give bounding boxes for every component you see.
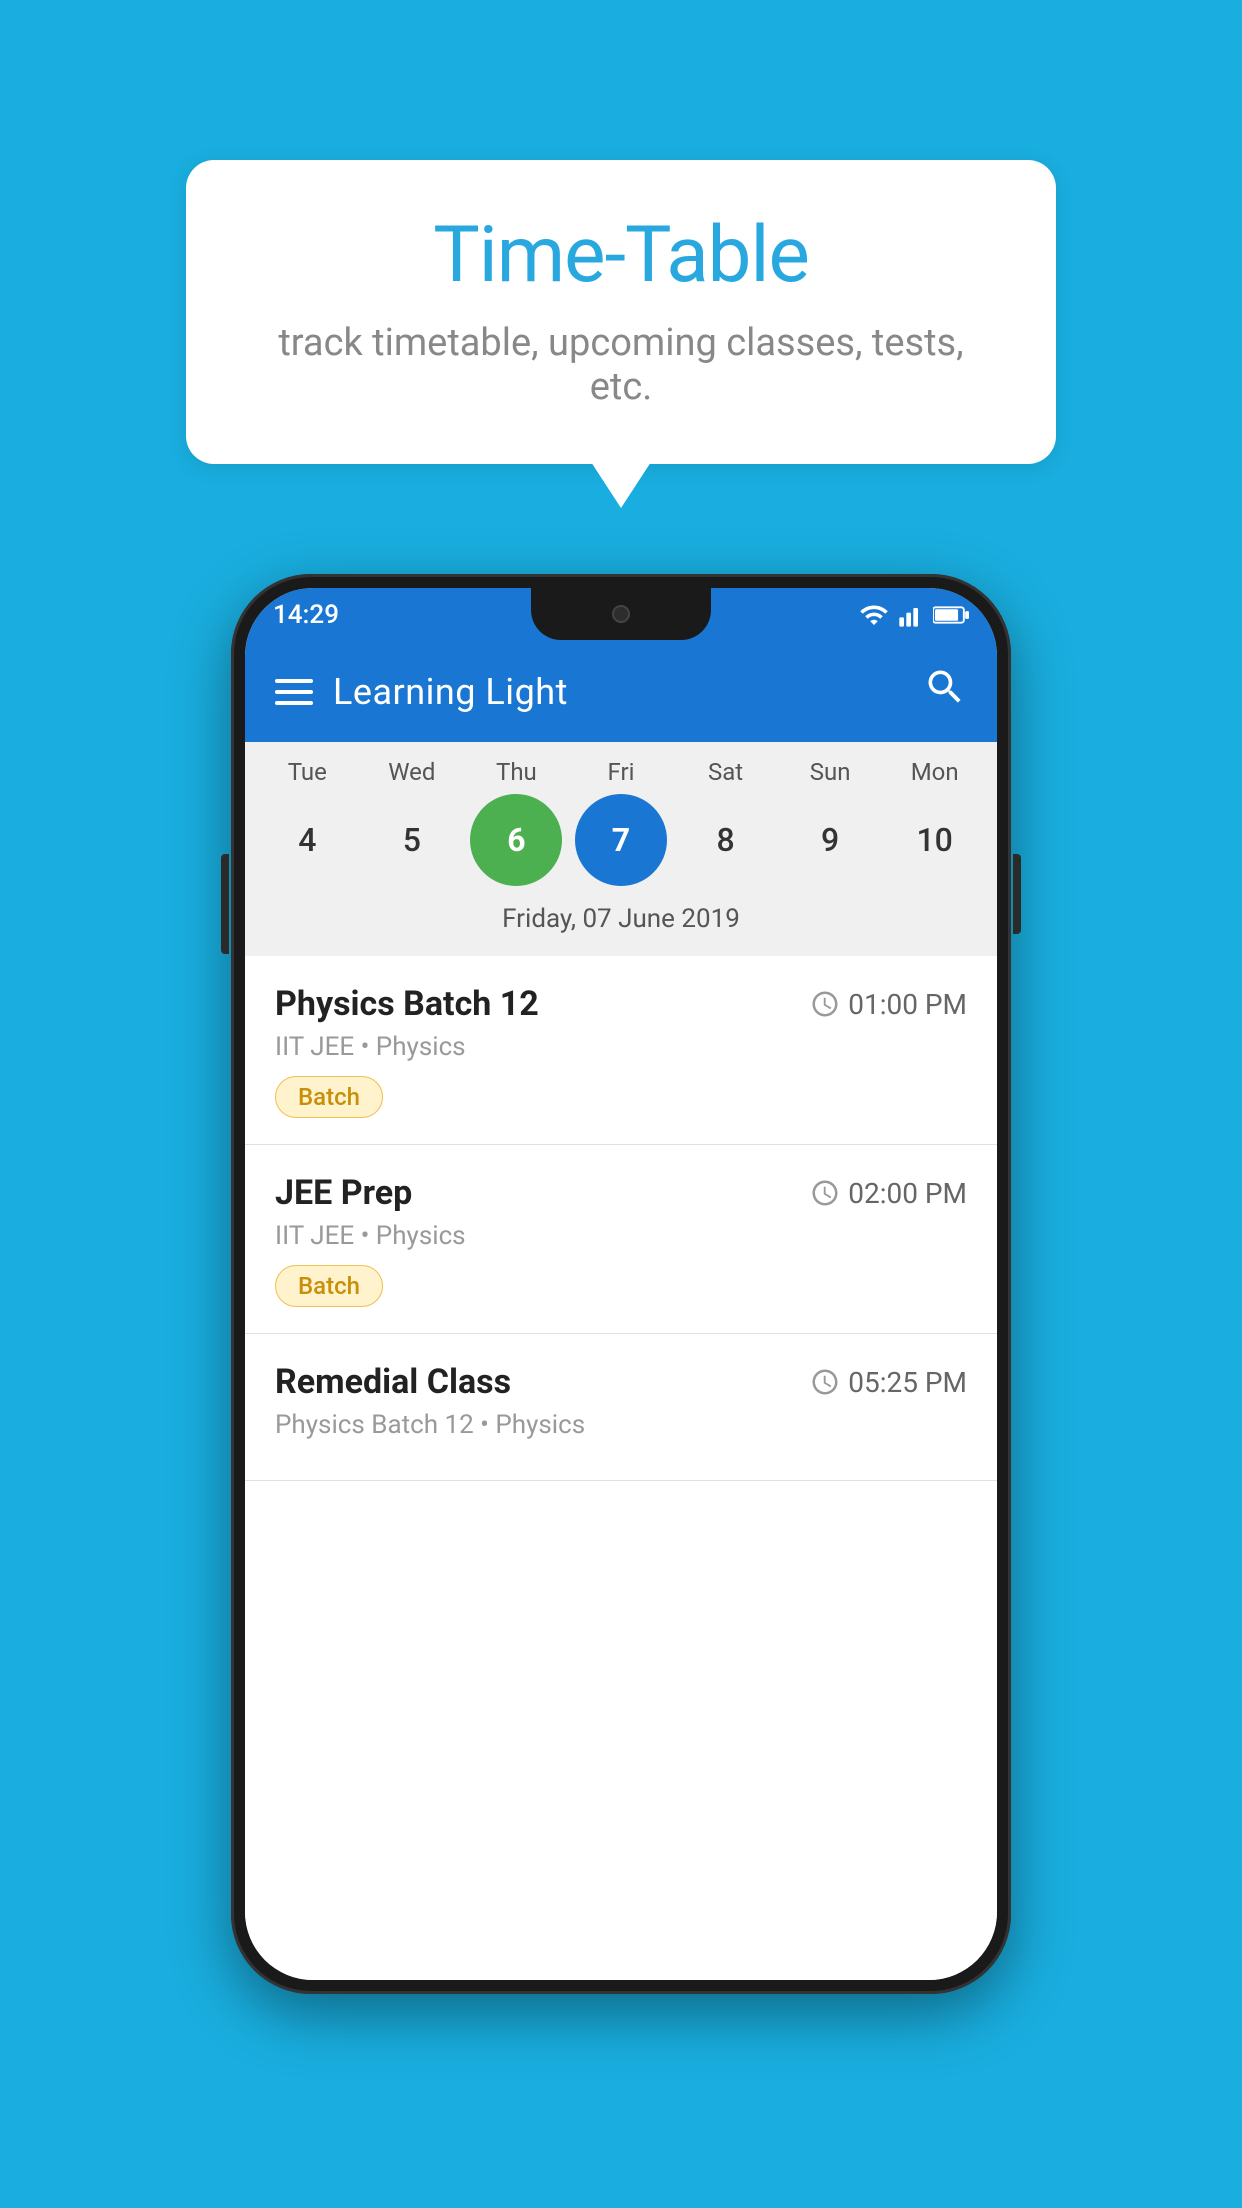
day-wed: Wed <box>366 758 458 786</box>
bubble-title: Time-Table <box>246 210 996 301</box>
date-5[interactable]: 5 <box>366 794 458 886</box>
time-1: 01:00 PM <box>848 988 967 1021</box>
schedule-item-3-subtitle: Physics Batch 12 • Physics <box>275 1410 967 1440</box>
clock-icon-1 <box>810 989 840 1019</box>
clock-icon-2 <box>810 1178 840 1208</box>
selected-date-label: Friday, 07 June 2019 <box>245 896 997 948</box>
app-title: Learning Light <box>333 671 568 713</box>
date-10[interactable]: 10 <box>889 794 981 886</box>
bubble-subtitle: track timetable, upcoming classes, tests… <box>246 321 996 409</box>
schedule-item-2-subtitle: IIT JEE • Physics <box>275 1221 967 1251</box>
clock-icon-3 <box>810 1367 840 1397</box>
day-sun: Sun <box>784 758 876 786</box>
schedule-item-2-time: 02:00 PM <box>810 1177 967 1210</box>
date-4[interactable]: 4 <box>261 794 353 886</box>
day-sat: Sat <box>680 758 772 786</box>
status-time: 14:29 <box>273 600 339 630</box>
batch-tag-1: Batch <box>275 1076 383 1118</box>
day-fri: Fri <box>575 758 667 786</box>
battery-icon <box>933 604 969 626</box>
dates-row: 4 5 6 7 8 9 10 <box>245 794 997 886</box>
date-8[interactable]: 8 <box>680 794 772 886</box>
schedule-item-1[interactable]: Physics Batch 12 01:00 PM IIT JEE • Phys… <box>245 956 997 1145</box>
app-bar-left: Learning Light <box>275 671 568 713</box>
schedule-list: Physics Batch 12 01:00 PM IIT JEE • Phys… <box>245 956 997 1980</box>
wifi-icon <box>859 600 889 630</box>
screen-content: 14:29 <box>245 588 997 1980</box>
date-6-today[interactable]: 6 <box>470 794 562 886</box>
schedule-item-3-title: Remedial Class <box>275 1362 511 1402</box>
schedule-item-2[interactable]: JEE Prep 02:00 PM IIT JEE • Physics Batc… <box>245 1145 997 1334</box>
schedule-item-1-subtitle: IIT JEE • Physics <box>275 1032 967 1062</box>
schedule-item-1-header: Physics Batch 12 01:00 PM <box>275 984 967 1024</box>
day-tue: Tue <box>261 758 353 786</box>
time-2: 02:00 PM <box>848 1177 967 1210</box>
schedule-item-2-header: JEE Prep 02:00 PM <box>275 1173 967 1213</box>
time-3: 05:25 PM <box>848 1366 967 1399</box>
date-9[interactable]: 9 <box>784 794 876 886</box>
schedule-item-3[interactable]: Remedial Class 05:25 PM Physics Batch 12… <box>245 1334 997 1481</box>
search-button[interactable] <box>923 665 967 719</box>
app-bar: Learning Light <box>245 642 997 742</box>
date-7-selected[interactable]: 7 <box>575 794 667 886</box>
phone-mockup: 14:29 <box>231 574 1011 1994</box>
phone-notch <box>531 588 711 640</box>
phone-screen: 14:29 <box>245 588 997 1980</box>
days-header: Tue Wed Thu Fri Sat Sun Mon <box>245 758 997 786</box>
speech-bubble: Time-Table track timetable, upcoming cla… <box>186 160 1056 464</box>
day-thu: Thu <box>470 758 562 786</box>
signal-icon <box>897 601 925 629</box>
schedule-item-3-header: Remedial Class 05:25 PM <box>275 1362 967 1402</box>
schedule-item-1-title: Physics Batch 12 <box>275 984 539 1024</box>
camera-icon <box>612 605 630 623</box>
day-mon: Mon <box>889 758 981 786</box>
phone-outer: 14:29 <box>231 574 1011 1994</box>
calendar-section: Tue Wed Thu Fri Sat Sun Mon 4 5 6 7 8 <box>245 742 997 956</box>
batch-tag-2: Batch <box>275 1265 383 1307</box>
speech-bubble-section: Time-Table track timetable, upcoming cla… <box>0 0 1242 464</box>
status-icons <box>859 600 969 630</box>
schedule-item-2-title: JEE Prep <box>275 1173 412 1213</box>
schedule-item-1-time: 01:00 PM <box>810 988 967 1021</box>
schedule-item-3-time: 05:25 PM <box>810 1366 967 1399</box>
menu-icon[interactable] <box>275 679 313 705</box>
